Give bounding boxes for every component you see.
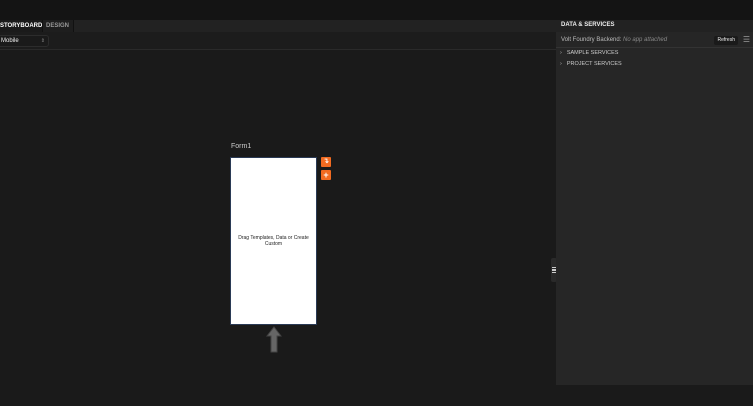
tree-item-project-services[interactable]: › PROJECT SERVICES (556, 59, 753, 70)
form-placeholder: Drag Templates, Data or Create Custom (238, 235, 309, 247)
form-canvas[interactable]: Drag Templates, Data or Create Custom (230, 157, 317, 325)
arrow-up-icon (265, 326, 283, 358)
backend-label: Volt Foundry Backend: (561, 37, 622, 43)
chevron-updown-icon: ⇕ (40, 38, 45, 44)
chevron-right-icon: › (560, 50, 562, 56)
view-tabs: STORYBOARD DESIGN (0, 20, 556, 32)
tab-storyboard[interactable]: STORYBOARD (0, 20, 46, 32)
device-select-value: Mobile (1, 38, 19, 44)
refresh-button[interactable]: Refresh (714, 36, 738, 45)
top-bar (0, 0, 753, 20)
backend-row: Volt Foundry Backend: No app attached Re… (556, 32, 753, 48)
add-icon[interactable]: + (321, 170, 331, 180)
device-select[interactable]: Mobile ⇕ (0, 35, 49, 47)
tab-design[interactable]: DESIGN (42, 20, 74, 32)
tree-item-label: SAMPLE SERVICES (566, 50, 619, 56)
backend-value: No app attached (623, 37, 668, 43)
form-title[interactable]: Form1 (231, 143, 251, 150)
bottom-bar (0, 385, 753, 406)
chevron-right-icon: › (560, 61, 562, 67)
tree-item-label: PROJECT SERVICES (566, 61, 622, 67)
canvas-toolbar (0, 32, 556, 50)
menu-icon[interactable]: ☰ (743, 36, 750, 44)
tree-item-sample-services[interactable]: › SAMPLE SERVICES (556, 48, 753, 59)
panel-title: DATA & SERVICES (556, 20, 753, 32)
data-services-panel: DATA & SERVICES Volt Foundry Backend: No… (556, 20, 753, 385)
flow-icon[interactable]: ↴ (321, 157, 331, 167)
